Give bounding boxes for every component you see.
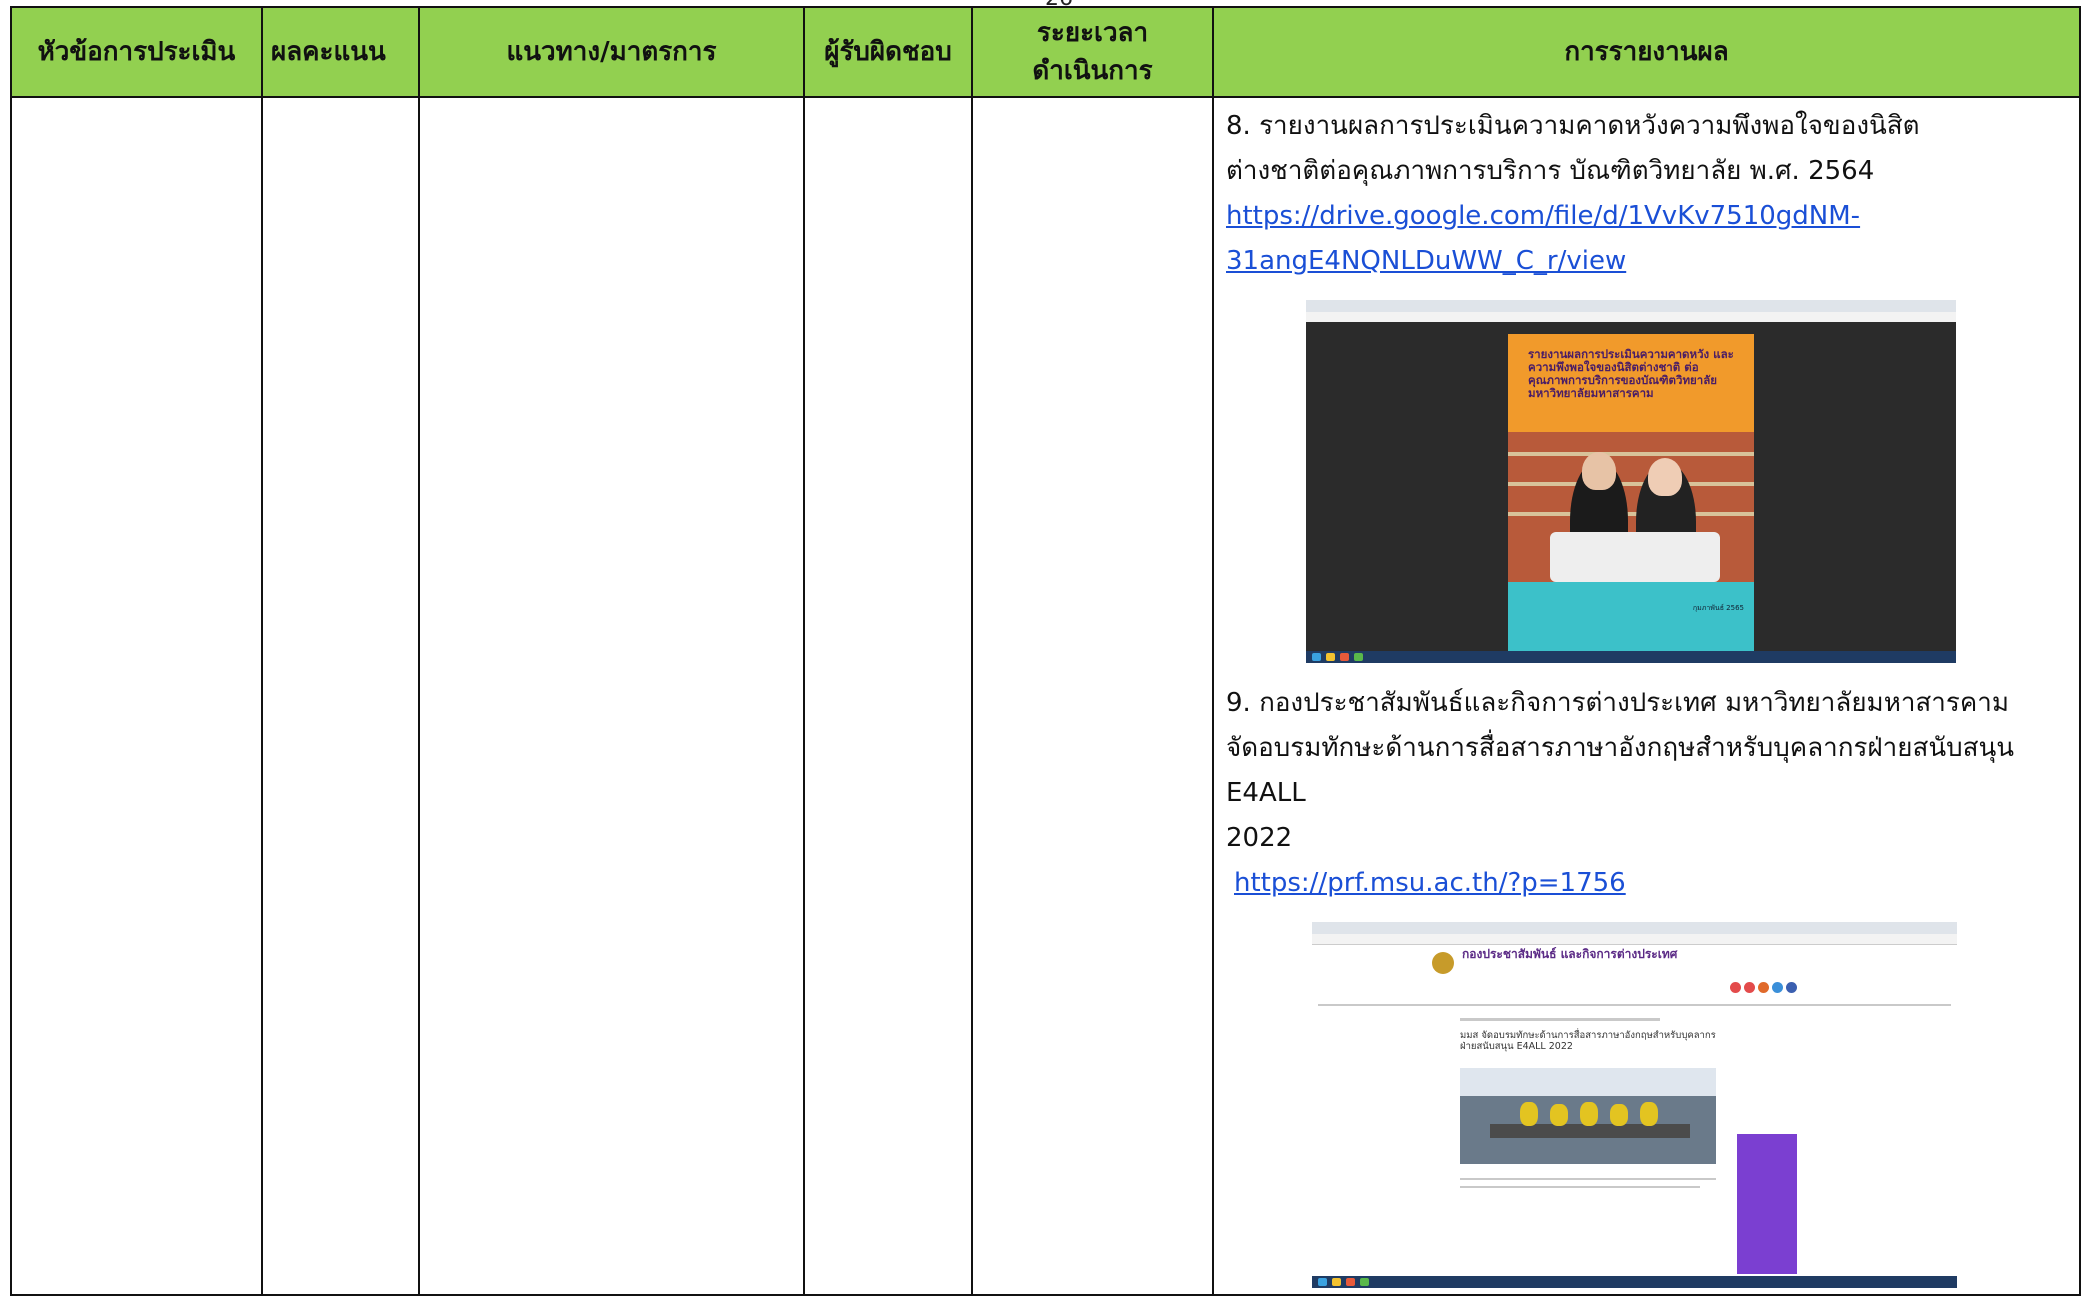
- social-icon: [1786, 982, 1797, 993]
- pdf-cover-title: รายงานผลการประเมินความคาดหวัง และความพึง…: [1528, 347, 1734, 400]
- browser-tab-bar: [1312, 922, 1957, 934]
- table-header-row: หัวข้อการประเมิน ผลคะแนน แนวทาง/มาตรการ …: [10, 6, 2081, 98]
- item9-text-line2: จัดอบรมทักษะด้านการสื่อสารภาษาอังกฤษสำหร…: [1226, 733, 2015, 808]
- item8-text-line1: 8. รายงานผลการประเมินความคาดหวังความพึงพ…: [1226, 111, 1920, 141]
- pdf-cover: รายงานผลการประเมินความคาดหวัง และความพึง…: [1508, 334, 1754, 651]
- windows-taskbar: [1312, 1276, 1957, 1288]
- browser-tab-bar: [1306, 300, 1956, 312]
- social-icon: [1772, 982, 1783, 993]
- university-logo-icon: [1432, 952, 1454, 974]
- header-responsible: ผู้รับผิดชอบ: [803, 6, 973, 98]
- cell-measures: [418, 96, 805, 1296]
- pdf-cover-photo: [1508, 432, 1754, 582]
- pdf-cover-date: กุมภาพันธ์ 2565: [1692, 604, 1744, 612]
- item9-screenshot: กองประชาสัมพันธ์ และกิจการต่างประเทศ มมส…: [1312, 922, 1957, 1288]
- social-icon: [1744, 982, 1755, 993]
- cell-topic: [10, 96, 263, 1296]
- item8-screenshot: รายงานผลการประเมินความคาดหวัง และความพึง…: [1306, 300, 1956, 663]
- item8-text-line2: ต่างชาติต่อคุณภาพการบริการ บัณฑิตวิทยาลั…: [1226, 156, 1875, 186]
- browser-url-bar: [1312, 934, 1957, 945]
- header-measures: แนวทาง/มาตรการ: [418, 6, 805, 98]
- header-score: ผลคะแนน: [261, 6, 420, 98]
- item9-link[interactable]: https://prf.msu.ac.th/?p=1756: [1234, 868, 1626, 898]
- cell-report: 8. รายงานผลการประเมินความคาดหวังความพึงพ…: [1212, 96, 2081, 1296]
- sidebar-promo: [1737, 1134, 1797, 1274]
- article-photo: [1460, 1068, 1716, 1164]
- social-icon: [1758, 982, 1769, 993]
- social-icon: [1730, 982, 1741, 993]
- table-row: 8. รายงานผลการประเมินความคาดหวังความพึงพ…: [10, 96, 2081, 1296]
- cell-score: [261, 96, 420, 1296]
- evaluation-table: หัวข้อการประเมิน ผลคะแนน แนวทาง/มาตรการ …: [10, 6, 2081, 1296]
- cell-duration: [971, 96, 1214, 1296]
- article-headline: มมส จัดอบรมทักษะด้านการสื่อสารภาษาอังกฤษ…: [1460, 1030, 1716, 1052]
- pdf-cover-footer: กุมภาพันธ์ 2565: [1508, 582, 1754, 651]
- header-duration: ระยะเวลา ดำเนินการ: [971, 6, 1214, 98]
- item8-link-line1[interactable]: https://drive.google.com/file/d/1VvKv751…: [1226, 201, 1860, 231]
- site-name: กองประชาสัมพันธ์ และกิจการต่างประเทศ: [1462, 947, 1678, 961]
- item9-text-line1: 9. กองประชาสัมพันธ์และกิจการต่างประเทศ ม…: [1226, 688, 2009, 718]
- header-report: การรายงานผล: [1212, 6, 2081, 98]
- cell-responsible: [803, 96, 973, 1296]
- windows-taskbar: [1306, 651, 1956, 663]
- item9-text-line3: 2022: [1226, 823, 1293, 853]
- header-topic: หัวข้อการประเมิน: [10, 6, 263, 98]
- item8-link-line2[interactable]: 31angE4NQNLDuWW_C_r/view: [1226, 246, 1626, 276]
